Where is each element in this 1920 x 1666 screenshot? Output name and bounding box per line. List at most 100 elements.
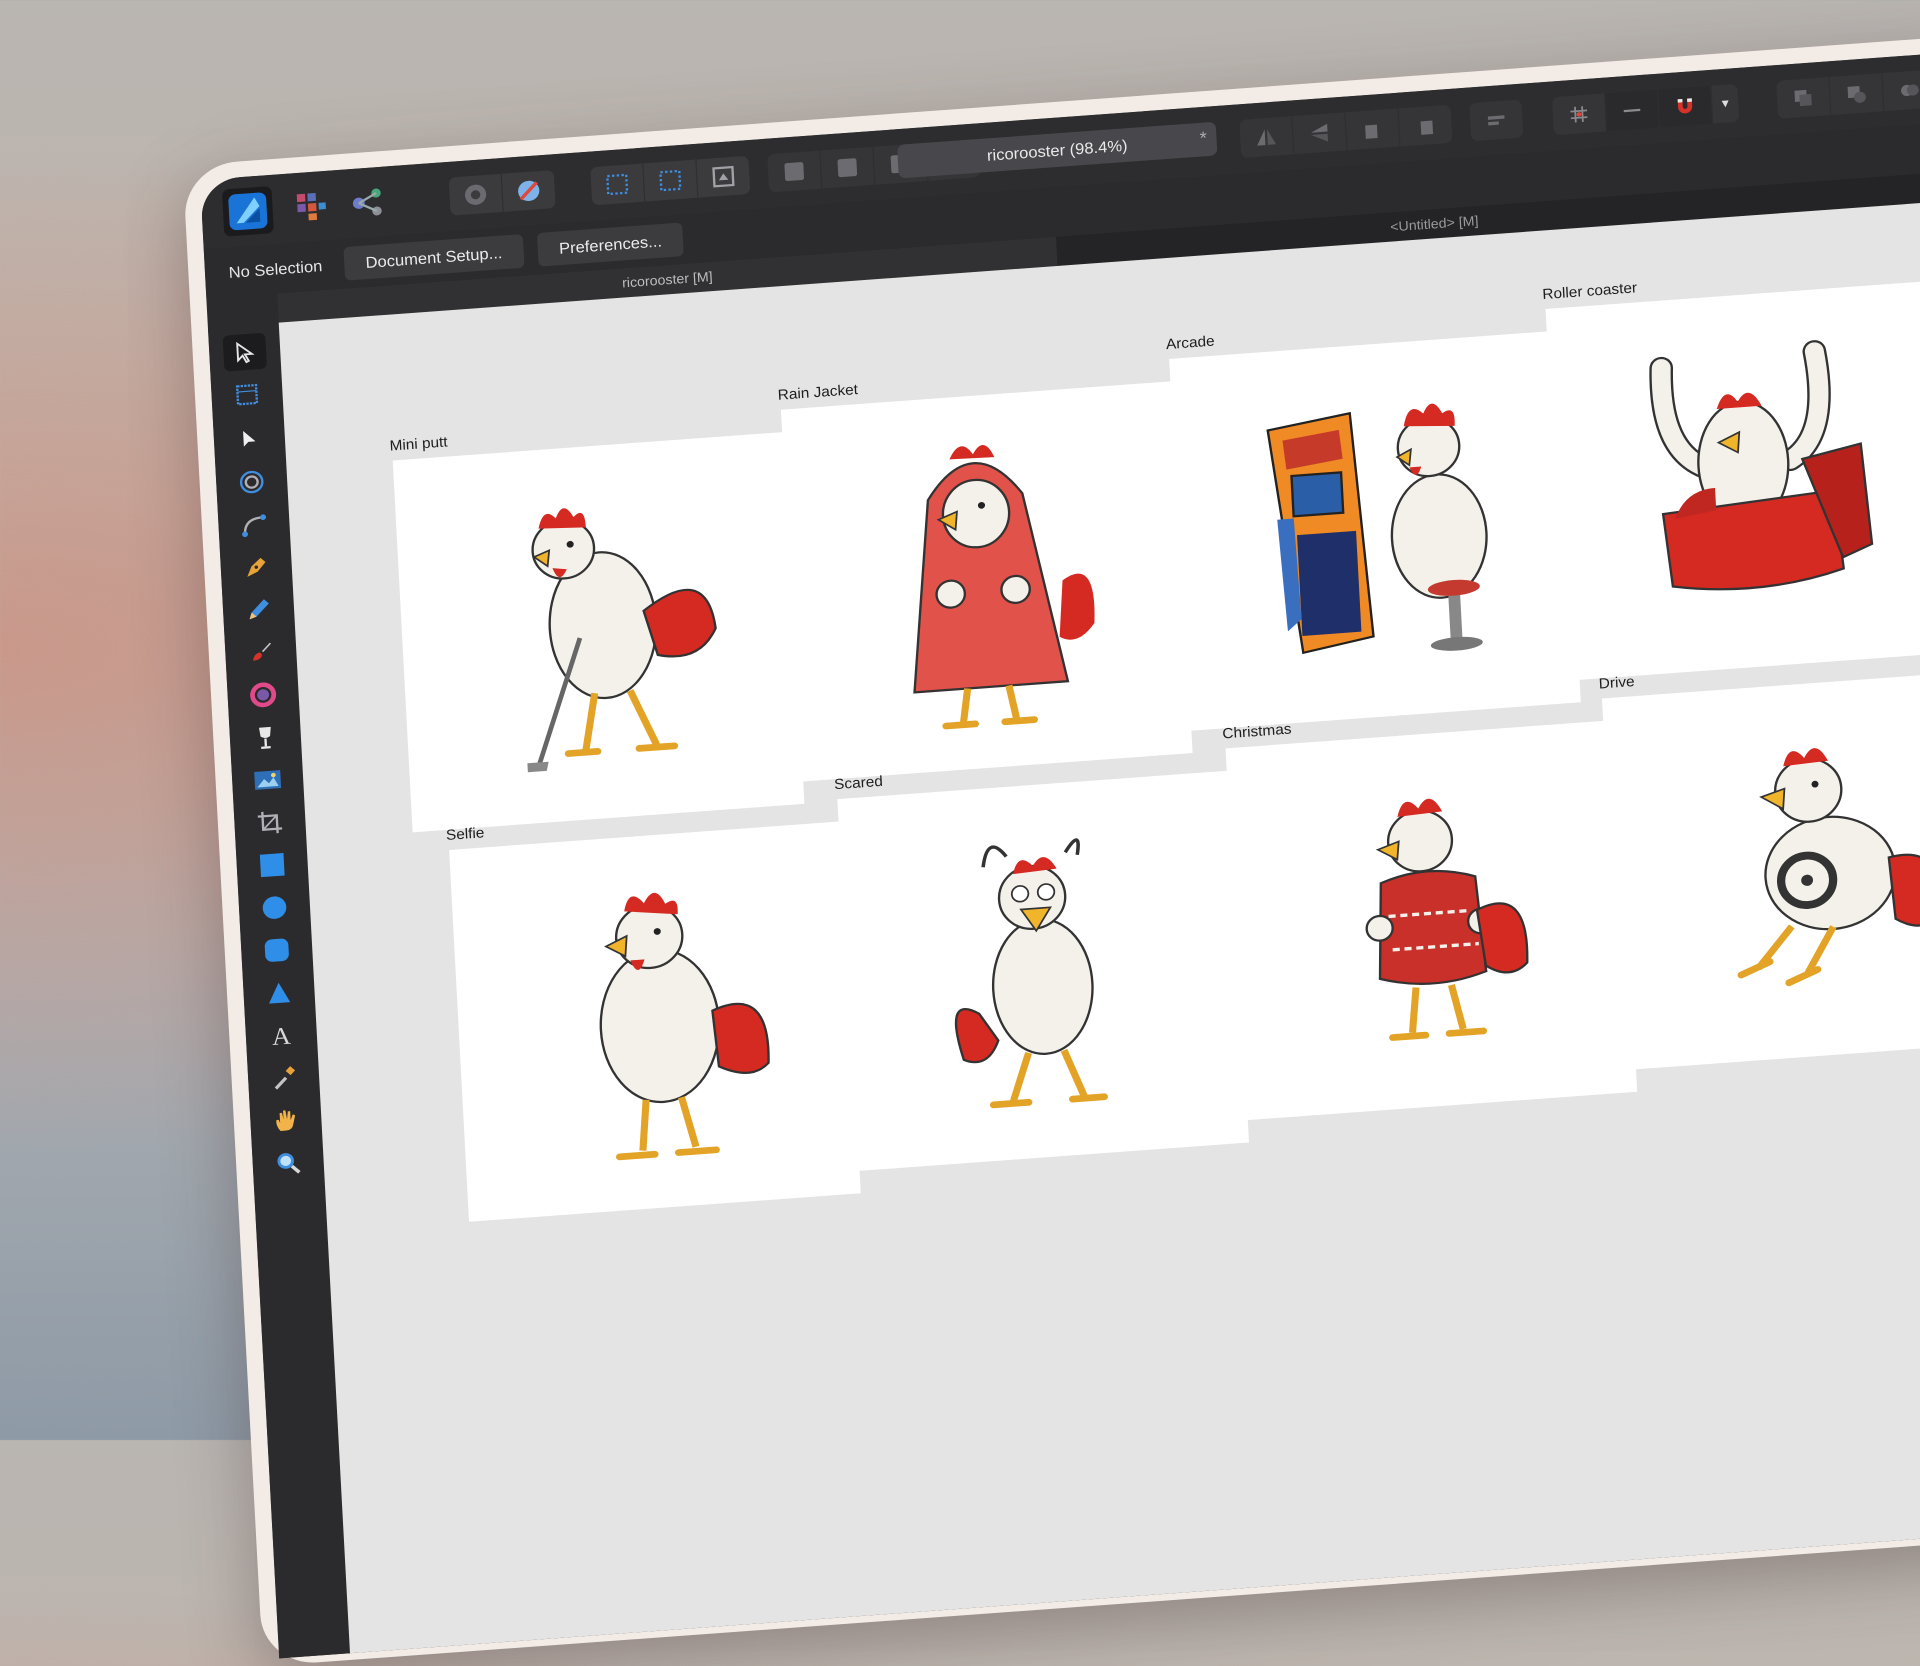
add-button[interactable] [1776, 77, 1831, 119]
document-title-field[interactable]: ricorooster (98.4%) * [897, 122, 1217, 179]
corner-tool[interactable] [232, 505, 276, 544]
selection-status: No Selection [228, 257, 323, 282]
move-to-back-button[interactable] [767, 151, 822, 193]
guides-icon [1620, 98, 1645, 122]
unsaved-indicator: * [1199, 129, 1207, 150]
artboard-drive[interactable]: Drive [1602, 670, 1920, 1070]
artboard-mini-putt[interactable]: Mini putt [393, 432, 805, 832]
crop-tool-icon [255, 808, 285, 837]
move-tool[interactable] [223, 333, 267, 372]
fill-tool[interactable] [241, 675, 285, 714]
contour-tool[interactable] [230, 463, 274, 502]
flip-rotate-group [1239, 105, 1452, 158]
rotate-left-button[interactable] [1345, 108, 1400, 150]
no-assistant-button[interactable] [502, 170, 556, 212]
transform-button[interactable] [696, 156, 750, 198]
designer-persona-button[interactable] [222, 186, 274, 237]
pixel-persona-button[interactable] [286, 181, 338, 232]
screen-display: ricorooster (98.4%) * ▼ [200, 42, 1920, 1524]
artboard-rain-jacket[interactable]: Rain Jacket [781, 381, 1193, 781]
transparency-tool[interactable] [243, 718, 287, 757]
distribute-button[interactable] [1469, 99, 1523, 141]
artboard-tool[interactable] [225, 375, 269, 414]
flip-horizontal-icon [1254, 125, 1279, 149]
subtract-button[interactable] [1829, 73, 1884, 115]
document-setup-button[interactable]: Document Setup... [343, 234, 524, 281]
place-image-tool[interactable] [245, 761, 289, 800]
text-tool-icon: A [266, 1021, 296, 1050]
artboard-label: Roller coaster [1542, 279, 1638, 303]
rooster-rain-jacket-illustration [781, 381, 1193, 781]
vector-brush-tool[interactable] [239, 633, 283, 672]
artboard-label: Arcade [1166, 332, 1216, 352]
transparency-tool-icon [252, 723, 279, 752]
snapping-options-group: ▼ [1552, 84, 1739, 136]
grid-snap-button[interactable] [1552, 93, 1607, 135]
pencil-tool-icon [244, 595, 274, 624]
artboard-label: Rain Jacket [777, 381, 858, 404]
assistant-icon [461, 180, 491, 209]
flip-horizontal-button[interactable] [1239, 116, 1294, 158]
move-tool-icon [231, 339, 258, 366]
rectangle-tool[interactable] [250, 846, 294, 885]
color-picker-icon [248, 680, 278, 709]
zoom-tool[interactable] [266, 1144, 310, 1183]
affinity-designer-logo-icon [226, 190, 271, 233]
snapping-button[interactable] [1658, 86, 1713, 128]
node-tool[interactable] [227, 420, 271, 459]
rooster-golfing-illustration [393, 432, 805, 832]
rooster-driving-illustration [1602, 670, 1920, 1070]
guides-button[interactable] [1605, 89, 1660, 131]
node-tool-icon [236, 426, 263, 453]
distribute-group [1469, 99, 1523, 141]
rotate-right-icon [1413, 113, 1438, 137]
pixel-persona-icon [293, 189, 330, 225]
artboard-christmas[interactable]: Christmas [1226, 720, 1638, 1120]
artboard-selfie[interactable]: Selfie [449, 821, 861, 1221]
rotate-right-button[interactable] [1399, 105, 1453, 147]
triangle-tool[interactable] [257, 973, 301, 1012]
export-persona-button[interactable] [342, 177, 394, 228]
crop-tool[interactable] [248, 803, 292, 842]
flip-vertical-button[interactable] [1292, 112, 1347, 154]
artboard-label: Mini putt [389, 433, 448, 454]
align-grid-button[interactable] [590, 163, 645, 205]
back-icon [784, 162, 804, 181]
align-spread-button[interactable] [643, 160, 698, 202]
app-window: ricorooster (98.4%) * ▼ [200, 34, 1920, 1659]
share-export-icon [350, 185, 387, 221]
boolean-add-icon [1791, 86, 1816, 110]
document-title: ricorooster (98.4%) [987, 136, 1128, 164]
color-picker-tool[interactable] [261, 1058, 305, 1097]
flip-vertical-icon [1307, 121, 1332, 145]
pen-tool[interactable] [234, 548, 278, 587]
triangle-tool-icon [265, 980, 292, 1007]
boolean-group [1776, 69, 1920, 119]
view-tool[interactable] [264, 1101, 308, 1140]
artboard-roller-coaster[interactable]: Roller coaster [1546, 281, 1920, 681]
zoom-tool-icon [273, 1149, 303, 1178]
rectangle-tool-icon [260, 853, 285, 877]
artboard-arcade[interactable]: Arcade [1169, 330, 1581, 730]
artboard-label: Selfie [446, 824, 485, 844]
rounded-rectangle-tool[interactable] [255, 931, 299, 970]
text-tool[interactable]: A [259, 1016, 303, 1055]
rooster-selfie-illustration [449, 821, 861, 1221]
move-back-one-button[interactable] [820, 147, 875, 189]
snapping-dropdown[interactable]: ▼ [1711, 84, 1739, 124]
rotate-left-icon [1360, 117, 1385, 141]
pencil-tool[interactable] [236, 590, 280, 629]
svg-text:A: A [271, 1022, 292, 1050]
ellipse-tool[interactable] [252, 888, 296, 927]
rooster-scared-illustration [837, 771, 1249, 1171]
pen-tool-icon [241, 553, 271, 582]
ellipse-tool-icon [262, 896, 287, 920]
preferences-button[interactable]: Preferences... [537, 222, 684, 266]
canvas[interactable]: Mini putt Rain Jacket [279, 182, 1920, 1656]
selection-box-icon [657, 167, 684, 194]
boolean-intersect-icon [1897, 78, 1920, 102]
snapping-group [449, 170, 556, 216]
artboard-scared[interactable]: Scared [837, 771, 1249, 1171]
intersect-button[interactable] [1882, 69, 1920, 111]
assistant-button[interactable] [449, 174, 504, 216]
